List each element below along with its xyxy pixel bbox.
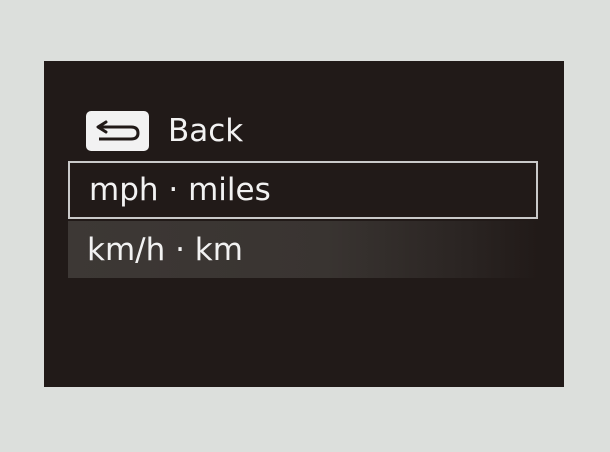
return-arrow-icon-glyph bbox=[96, 120, 140, 141]
option-mph-miles[interactable]: mph · miles bbox=[68, 161, 538, 219]
option-kmh-km[interactable]: km/h · km bbox=[68, 221, 538, 278]
display-screen: Back mph · miles km/h · km bbox=[44, 61, 564, 387]
back-label: Back bbox=[168, 113, 244, 149]
return-arrow-icon bbox=[86, 111, 149, 151]
back-button[interactable]: Back bbox=[86, 111, 243, 151]
